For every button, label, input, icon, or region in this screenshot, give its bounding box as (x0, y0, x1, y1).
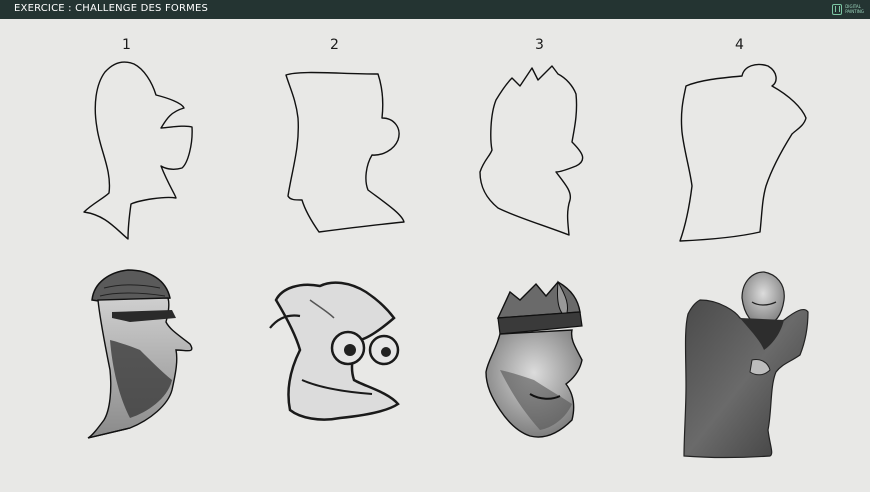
drawing-canvas (83, 61, 809, 459)
character-1-illustration (87, 269, 193, 439)
character-4-illustration (683, 271, 809, 459)
outline-shape-2 (285, 71, 405, 233)
outline-shape-1 (83, 61, 193, 240)
outline-shape-4 (679, 63, 807, 242)
character-3-illustration (485, 280, 583, 438)
character-2-illustration (269, 281, 400, 421)
outline-shape-3 (479, 65, 584, 236)
